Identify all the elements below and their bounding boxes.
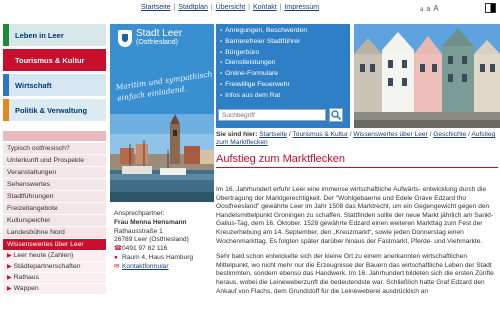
link-infos-rat[interactable]: Infos aus dem Rat <box>220 92 350 103</box>
font-size-controls: aaA <box>420 4 442 13</box>
menu-color-stripe <box>3 99 9 121</box>
submenu-item-kulturspeicher[interactable]: Kulturspeicher <box>3 215 106 227</box>
city-logo-block[interactable]: Stadt Leer (Ostfriesland) Maritim und sy… <box>110 24 214 202</box>
link-online-formulare[interactable]: Online-Formulare <box>220 70 350 81</box>
submenu-item-freizeitangebote[interactable]: Freizeitangebote <box>3 203 106 215</box>
contact-city: 26789 Leer (Ostfriesland) <box>114 236 189 244</box>
title-divider <box>216 167 498 168</box>
submenu-child-label: Rathaus <box>13 274 39 281</box>
link-buergerbuero[interactable]: Bürgerbüro <box>220 49 350 60</box>
main-menu: Leben in Leer Tourismus & Kultur Wirtsch… <box>3 24 106 124</box>
menu-item-leben-in-leer[interactable]: Leben in Leer <box>3 24 106 46</box>
submenu-item-landesbuehne[interactable]: Landesbühne Nord <box>3 227 106 239</box>
submenu-child-staedtepartnerschaften[interactable]: ▶ Städtepartnerschaften <box>3 262 106 273</box>
topnav-separator: | <box>210 4 213 11</box>
breadcrumb-wissenswertes[interactable]: Wissenswertes über Leer <box>353 131 427 138</box>
menu-color-stripe <box>3 74 9 96</box>
location-icon: ● <box>114 253 118 261</box>
breadcrumb-startseite[interactable]: Startseite <box>259 131 287 138</box>
topnav-separator: | <box>173 4 176 11</box>
search-icon <box>331 110 342 121</box>
contact-form-link[interactable]: Kontaktformular <box>122 263 169 270</box>
submenu-child-leer-heute[interactable]: ▶ Leer heute (Zahlen) <box>3 251 106 262</box>
submenu-header-bar <box>3 131 106 141</box>
contrast-toggle-icon[interactable] <box>485 3 496 13</box>
font-normal-button[interactable]: a <box>426 6 430 13</box>
menu-item-label: Tourismus & Kultur <box>15 56 85 65</box>
link-barrierefreier-stadtfuehrer[interactable]: Barrierefreier Stadtführer <box>220 38 350 49</box>
article-body: Im 16. Jahrhundert erfuhr Leer eine imme… <box>216 186 498 303</box>
submenu-child-rathaus[interactable]: ▶ Rathaus <box>3 273 106 284</box>
arrow-right-icon: ▶ <box>7 264 12 270</box>
contact-phone: 0491 97 82 116 <box>122 245 168 253</box>
topnav-kontakt[interactable]: Kontakt <box>253 4 277 11</box>
city-slogan: Maritim und sympathisch einfach einladen… <box>115 69 213 103</box>
breadcrumb: Sie sind hier: Startseite / Tourismus & … <box>216 131 498 147</box>
menu-item-tourismus-kultur[interactable]: Tourismus & Kultur <box>3 49 106 71</box>
top-navigation: Startseite | Stadtplan | Übersicht | Kon… <box>141 4 319 11</box>
contact-form-row: ✉ Kontaktformular <box>114 263 214 272</box>
contact-name: Frau Menna Hensmann <box>114 218 187 226</box>
page-title: Aufstieg zum Marktflecken <box>216 153 345 165</box>
contact-box: Ansprechpartner: Frau Menna Hensmann Rat… <box>114 210 214 272</box>
contact-street: Rathausstraße 1 <box>114 227 163 235</box>
submenu-child-label: Leer heute (Zahlen) <box>13 252 74 259</box>
submenu-child-label: Städtepartnerschaften <box>13 263 81 270</box>
contact-heading: Ansprechpartner: <box>114 210 165 217</box>
breadcrumb-prefix: Sie sind hier: <box>216 131 258 138</box>
font-small-button[interactable]: a <box>420 7 423 13</box>
menu-item-label: Leben in Leer <box>15 31 64 40</box>
submenu-item-unterkunft[interactable]: Unterkunft und Prospekte <box>3 155 106 167</box>
search-input[interactable] <box>218 109 326 121</box>
submenu-child-wappen[interactable]: ▶ Wappen <box>3 284 106 295</box>
submenu-item-wissenswertes-active[interactable]: Wissenswertes über Leer <box>3 239 106 251</box>
menu-item-label: Politik & Verwaltung <box>15 106 88 115</box>
topnav-impressum[interactable]: Impressum <box>284 4 319 11</box>
town-harbor-photo <box>110 114 214 202</box>
gabled-houses-photo <box>354 24 500 128</box>
submenu-item-sehenswertes[interactable]: Sehenswertes <box>3 179 106 191</box>
menu-item-label: Wirtschaft <box>15 81 52 90</box>
topnav-startseite[interactable]: Startseite <box>141 4 171 11</box>
submenu-child-label: Wappen <box>13 285 39 292</box>
top-bar: Startseite | Stadtplan | Übersicht | Kon… <box>0 0 500 22</box>
coat-of-arms-icon <box>118 30 132 47</box>
topnav-separator: | <box>248 4 250 11</box>
city-region: (Ostfriesland) <box>136 39 179 46</box>
arrow-right-icon: ▶ <box>7 286 12 292</box>
menu-color-stripe <box>3 49 9 71</box>
arrow-right-icon: ▶ <box>7 253 12 259</box>
font-large-button[interactable]: A <box>433 4 438 13</box>
article-paragraph: Sehr bald schon entwickelte sich der kle… <box>216 253 494 295</box>
topnav-separator: | <box>279 4 282 11</box>
breadcrumb-tourismus[interactable]: Tourismus & Kultur <box>293 131 348 138</box>
menu-color-stripe <box>3 24 9 46</box>
search-button[interactable] <box>329 108 343 122</box>
sub-menu: Typisch ostfriesisch? Unterkunft und Pro… <box>3 131 106 295</box>
article-paragraph: Im 16. Jahrhundert erfuhr Leer eine imme… <box>216 186 494 245</box>
contact-room-row: ● Raum 4, Haus Hamburg <box>114 254 214 263</box>
link-anregungen[interactable]: Anregungen, Beschwerden <box>220 27 350 38</box>
mail-icon: ✉ <box>114 262 120 270</box>
submenu-item-stadtfuehrungen[interactable]: Stadtführungen <box>3 191 106 203</box>
arrow-right-icon: ▶ <box>7 275 12 281</box>
submenu-item-veranstaltungen[interactable]: Veranstaltungen <box>3 167 106 179</box>
link-feuerwehr[interactable]: Freiwillige Feuerwehr <box>220 81 350 92</box>
phone-icon: ☎ <box>114 245 123 253</box>
contact-phone-row: ☎0491 97 82 116 <box>114 245 214 254</box>
contact-room: Raum 4, Haus Hamburg <box>122 253 194 261</box>
menu-item-wirtschaft[interactable]: Wirtschaft <box>3 74 106 96</box>
link-dienstleistungen[interactable]: Dienstleistungen <box>220 59 350 70</box>
city-name: Stadt Leer <box>136 28 183 39</box>
topnav-uebersicht[interactable]: Übersicht <box>216 4 246 11</box>
submenu-item-typisch-ostfriesisch[interactable]: Typisch ostfriesisch? <box>3 143 106 155</box>
breadcrumb-geschichte[interactable]: Geschichte <box>433 131 466 138</box>
menu-item-politik-verwaltung[interactable]: Politik & Verwaltung <box>3 99 106 121</box>
topnav-stadtplan[interactable]: Stadtplan <box>178 4 208 11</box>
